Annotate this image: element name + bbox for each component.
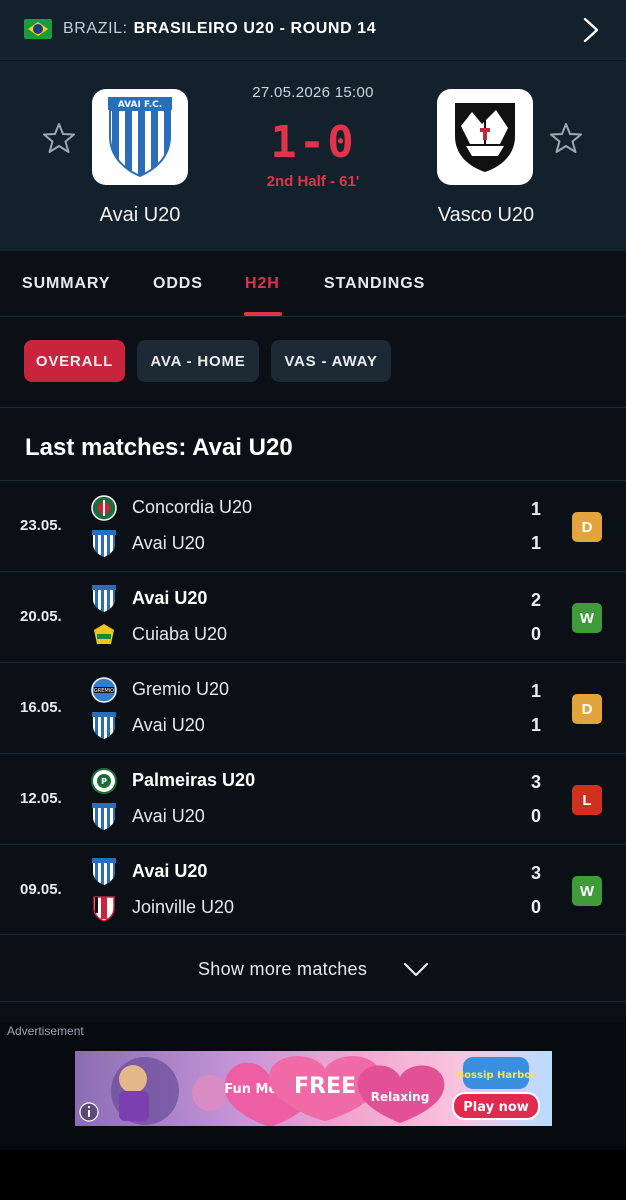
result-badge: W — [572, 876, 602, 906]
kickoff-time: 27.05.2026 15:00 — [252, 84, 374, 101]
team1-logo-icon: P — [90, 767, 118, 795]
h2h-filters: OVERALL AVA - HOME VAS - AWAY — [0, 318, 626, 408]
team1-name: Concordia U20 — [132, 497, 253, 517]
match-row[interactable]: 20.05. Avai U20 Cuiaba U20 2 0 W — [0, 571, 626, 662]
tab-h2h[interactable]: H2H — [245, 275, 280, 293]
bottom-safe-area — [0, 1150, 626, 1200]
league-bar[interactable]: BRAZIL: BRASILEIRO U20 - ROUND 14 — [0, 0, 626, 60]
league-name: BRASILEIRO U20 - ROUND 14 — [133, 20, 377, 37]
section-title: Last matches: Avai U20 — [25, 434, 293, 461]
team2-score: 0 — [530, 897, 541, 917]
match-date: 16.05. — [20, 699, 62, 716]
filter-home[interactable]: AVA - HOME — [137, 340, 259, 382]
match-date: 09.05. — [20, 881, 62, 898]
match-date: 23.05. — [20, 517, 62, 534]
advertisement-label: Advertisement — [7, 1024, 84, 1038]
match-status: 2nd Half - 61' — [266, 173, 360, 190]
team1-logo-icon — [90, 858, 118, 886]
filter-overall[interactable]: OVERALL — [24, 340, 125, 382]
tab-odds[interactable]: ODDS — [153, 275, 203, 293]
team2-name: Avai U20 — [132, 533, 205, 553]
favorite-home-star-icon[interactable] — [42, 121, 76, 155]
team2-score: 0 — [530, 806, 541, 826]
result-badge: D — [572, 694, 602, 724]
match-date: 12.05. — [20, 790, 62, 807]
spacer — [0, 1003, 626, 1023]
svg-text:AVAI F.C.: AVAI F.C. — [118, 100, 162, 110]
show-more-button[interactable]: Show more matches — [0, 934, 626, 1002]
team1-score: 3 — [530, 772, 541, 792]
match-row[interactable]: 12.05. P Palmeiras U20 Avai U20 3 0 L — [0, 753, 626, 844]
ad-banner-art: Fun Merge FREE Relaxing Gossip Harbor Pl… — [79, 1056, 540, 1126]
svg-text:Relaxing: Relaxing — [371, 1090, 430, 1104]
league-title: BRAZIL: BRASILEIRO U20 - ROUND 14 — [63, 20, 376, 38]
team1-name: Avai U20 — [132, 588, 208, 608]
result-badge: D — [572, 512, 602, 542]
team2-logo-icon — [90, 530, 118, 558]
svg-text:FREE: FREE — [294, 1074, 356, 1099]
avai-crest-icon: AVAI F.C. — [108, 97, 172, 178]
result-badge: W — [572, 603, 602, 633]
advertisement-area: Advertisement Fun Merge FREE Relaxing Go… — [0, 1022, 626, 1150]
match-date: 20.05. — [20, 608, 62, 625]
filter-away[interactable]: VAS - AWAY — [271, 340, 391, 382]
match-row[interactable]: 16.05. GREMIO Gremio U20 Avai U20 1 1 D — [0, 662, 626, 753]
match-header: AVAI F.C. 27.05.2026 15:00 1-0 2nd Half … — [0, 61, 626, 251]
match-row[interactable]: 23.05. Concordia U20 Avai U20 1 1 D — [0, 480, 626, 571]
vasco-crest-icon — [455, 103, 515, 172]
team1-name: Palmeiras U20 — [132, 770, 256, 790]
show-more-label: Show more matches — [198, 959, 368, 979]
team1-name: Gremio U20 — [132, 679, 230, 699]
match-tabs: SUMMARY ODDS H2H STANDINGS — [0, 251, 626, 317]
favorite-away-star-icon[interactable] — [549, 121, 583, 155]
result-badge: L — [572, 785, 602, 815]
team1-score: 3 — [530, 863, 541, 883]
live-score: 1-0 — [270, 117, 356, 168]
match-row[interactable]: 09.05. Avai U20 Joinville U20 3 0 W — [0, 844, 626, 935]
team2-name: Avai U20 — [132, 715, 205, 735]
team2-logo-icon — [90, 803, 118, 831]
team1-logo-icon — [90, 585, 118, 613]
team1-score: 1 — [530, 681, 541, 701]
chevron-right-icon[interactable] — [580, 16, 602, 44]
team2-logo-icon — [90, 894, 118, 922]
league-country: BRAZIL: — [63, 20, 128, 37]
team2-score: 1 — [530, 715, 541, 735]
team2-name: Avai U20 — [132, 806, 205, 826]
team2-name: Joinville U20 — [132, 897, 235, 917]
active-tab-indicator — [244, 312, 282, 316]
team1-name: Avai U20 — [132, 861, 208, 881]
ad-banner[interactable]: Fun Merge FREE Relaxing Gossip Harbor Pl… — [75, 1051, 552, 1126]
team2-name: Cuiaba U20 — [132, 624, 228, 644]
brazil-flag-icon — [24, 19, 52, 39]
home-team-name[interactable]: Avai U20 — [40, 204, 240, 227]
home-team-crest[interactable]: AVAI F.C. — [92, 89, 188, 185]
team2-score: 1 — [530, 533, 541, 553]
team2-logo-icon — [90, 712, 118, 740]
team1-score: 2 — [530, 590, 541, 610]
team2-logo-icon — [90, 621, 118, 649]
away-team-crest[interactable] — [437, 89, 533, 185]
team1-logo-icon: GREMIO — [90, 676, 118, 704]
svg-text:Gossip Harbor: Gossip Harbor — [456, 1070, 536, 1081]
tab-summary[interactable]: SUMMARY — [22, 275, 110, 293]
tab-standings[interactable]: STANDINGS — [324, 275, 425, 293]
svg-text:P: P — [101, 777, 107, 786]
svg-text:GREMIO: GREMIO — [94, 688, 114, 694]
team1-score: 1 — [530, 499, 541, 519]
team2-score: 0 — [530, 624, 541, 644]
away-team-name[interactable]: Vasco U20 — [386, 204, 586, 227]
team1-logo-icon — [90, 494, 118, 522]
svg-text:Play now: Play now — [463, 1100, 529, 1115]
chevron-down-icon — [403, 962, 429, 977]
